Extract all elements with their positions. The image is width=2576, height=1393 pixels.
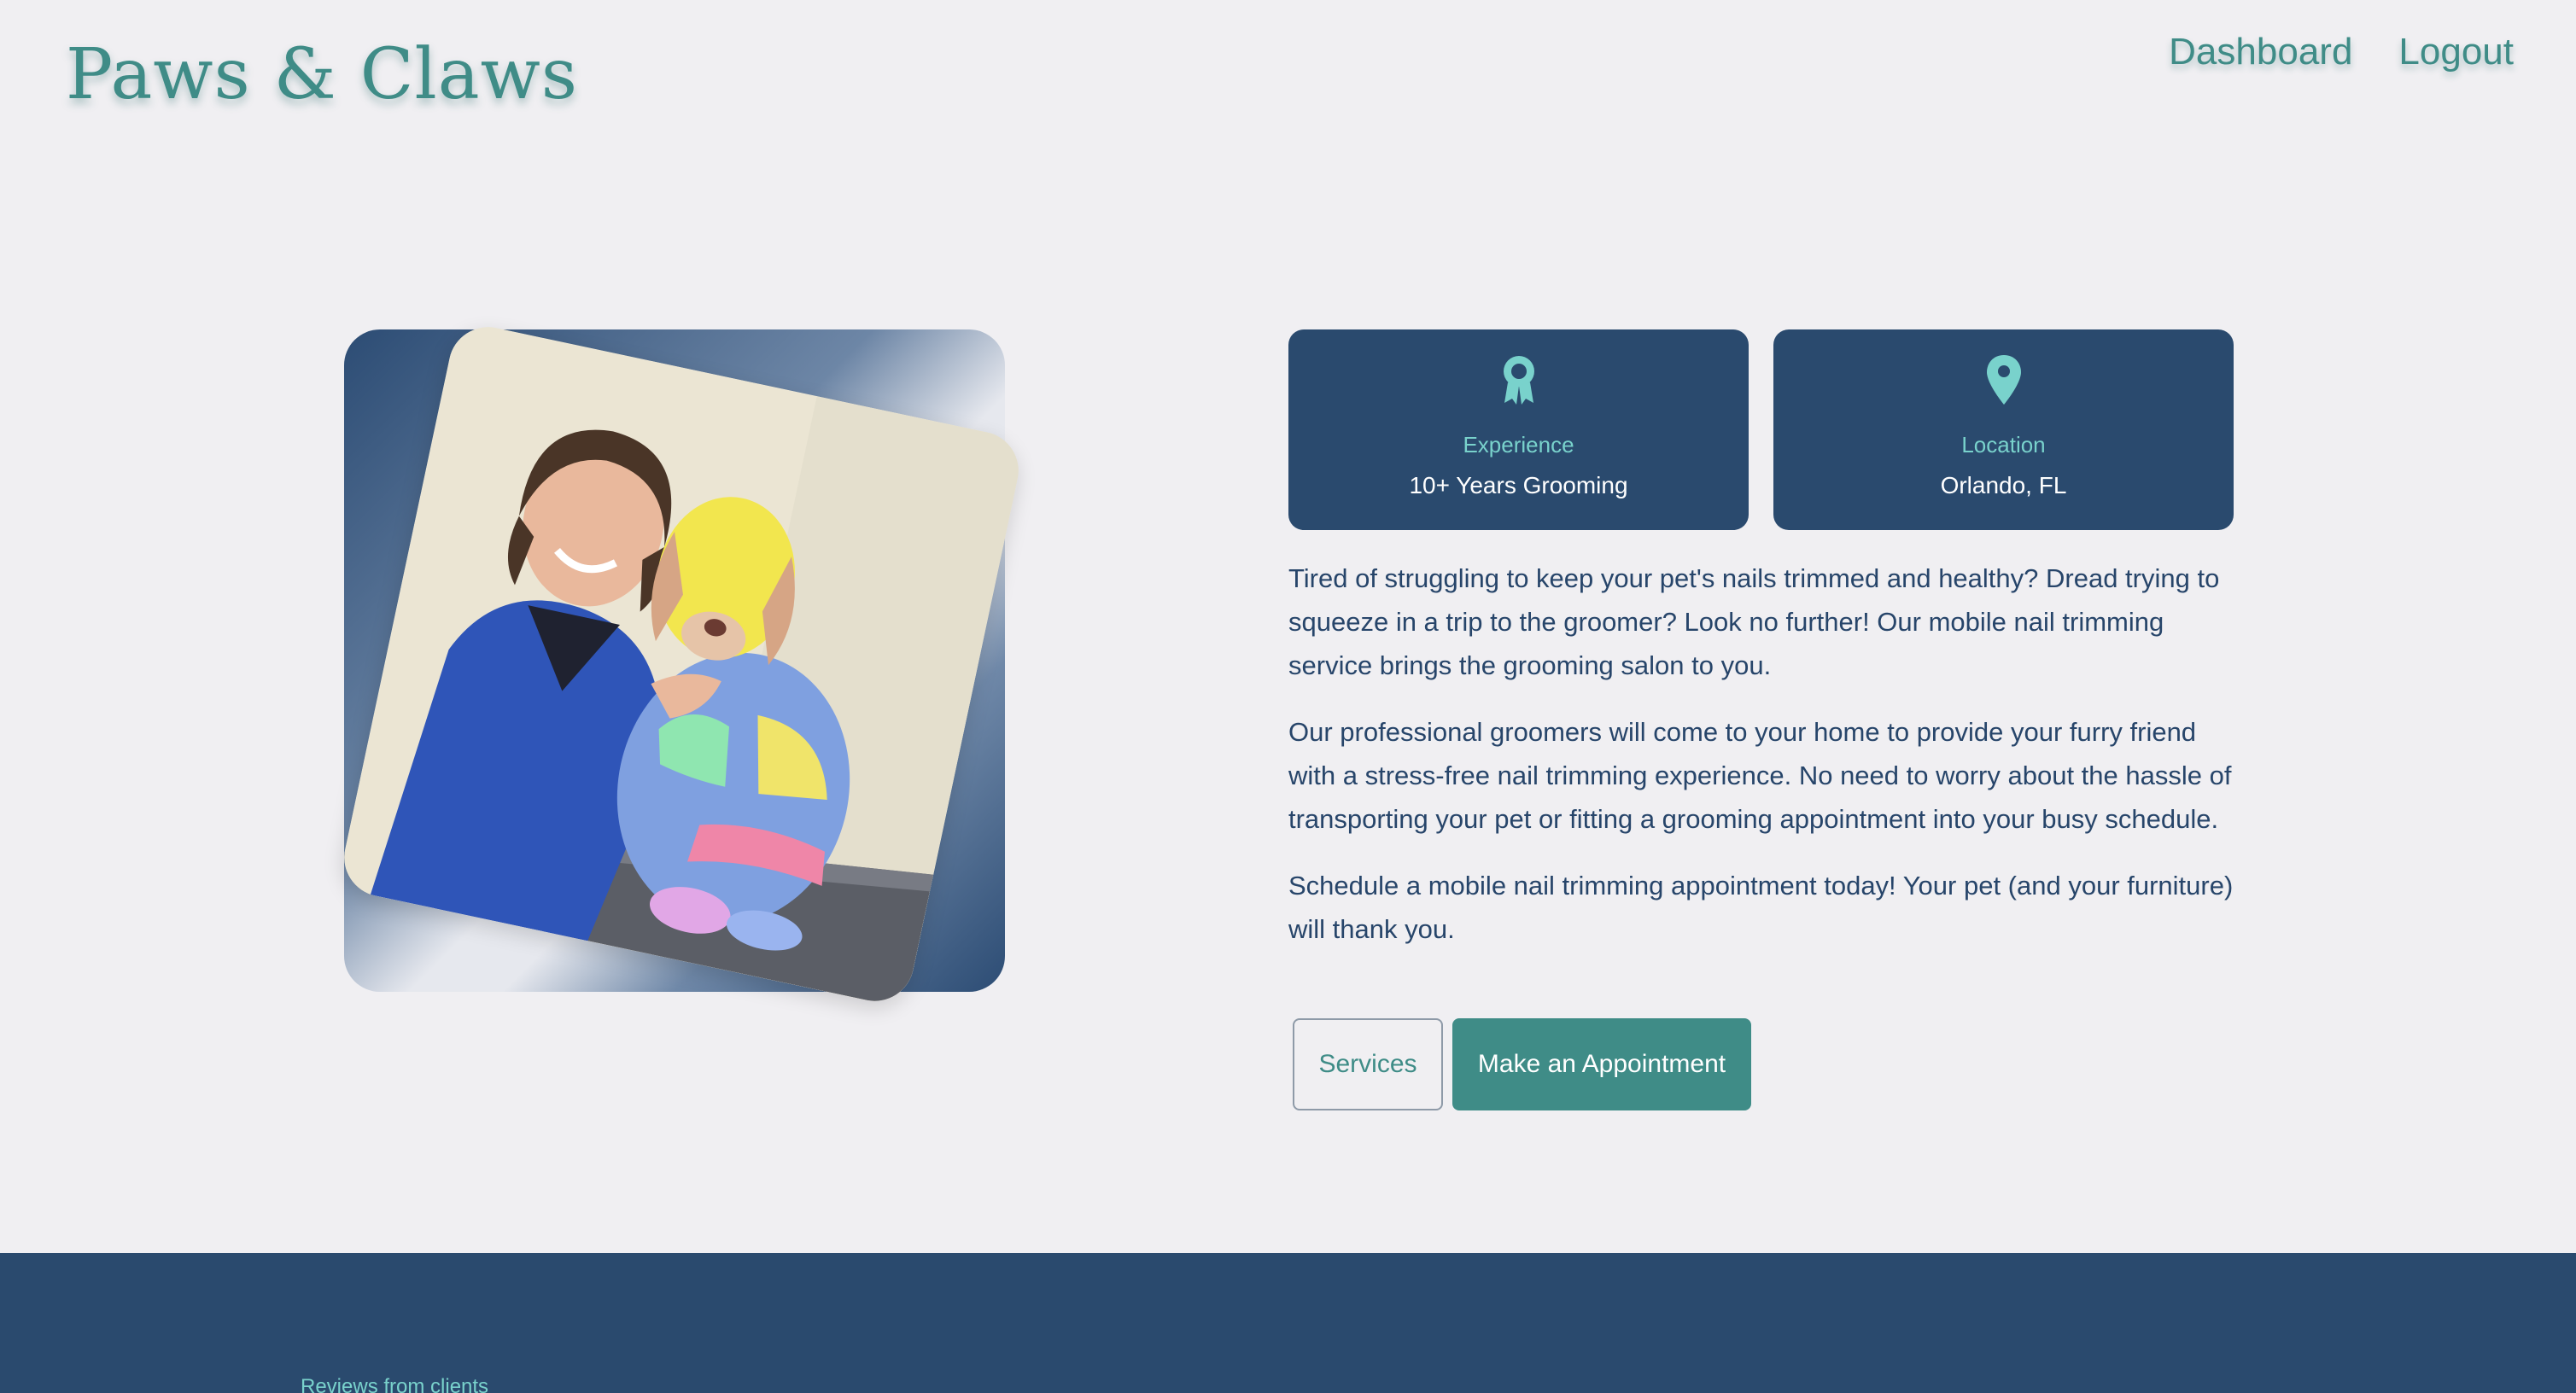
info-cards: Experience 10+ Years Grooming Location O… xyxy=(1288,329,2234,530)
about-paragraph-1: Tired of struggling to keep your pet's n… xyxy=(1288,563,2220,680)
experience-card: Experience 10+ Years Grooming xyxy=(1288,329,1749,530)
experience-label: Experience xyxy=(1463,432,1574,458)
experience-value: 10+ Years Grooming xyxy=(1409,472,1628,498)
map-pin-icon xyxy=(1986,355,2021,405)
nav-dashboard-link[interactable]: Dashboard xyxy=(2169,31,2352,73)
location-label: Location xyxy=(1961,432,2046,458)
hero-image-group xyxy=(290,273,1059,1058)
location-value: Orlando, FL xyxy=(1940,472,2067,498)
hero-actions: Services Make an Appointment xyxy=(1293,1018,1751,1110)
about-description: Tired of struggling to keep your pet's n… xyxy=(1288,557,2245,974)
groomer-with-rainbow-dog-photo xyxy=(336,319,1026,1009)
site-logo[interactable]: Paws & Claws xyxy=(66,34,578,115)
top-nav: Dashboard Logout xyxy=(2169,31,2514,73)
about-paragraph-2: Our professional groomers will come to y… xyxy=(1288,717,2232,834)
reviews-section: Reviews from clients xyxy=(0,1253,2576,1393)
nav-logout-link[interactable]: Logout xyxy=(2398,31,2514,73)
award-ribbon-icon xyxy=(1503,356,1534,405)
make-appointment-button[interactable]: Make an Appointment xyxy=(1452,1018,1751,1110)
about-paragraph-3: Schedule a mobile nail trimming appointm… xyxy=(1288,871,2234,944)
services-button[interactable]: Services xyxy=(1293,1018,1443,1110)
location-card: Location Orlando, FL xyxy=(1773,329,2234,530)
reviews-eyebrow: Reviews from clients xyxy=(301,1375,489,1393)
